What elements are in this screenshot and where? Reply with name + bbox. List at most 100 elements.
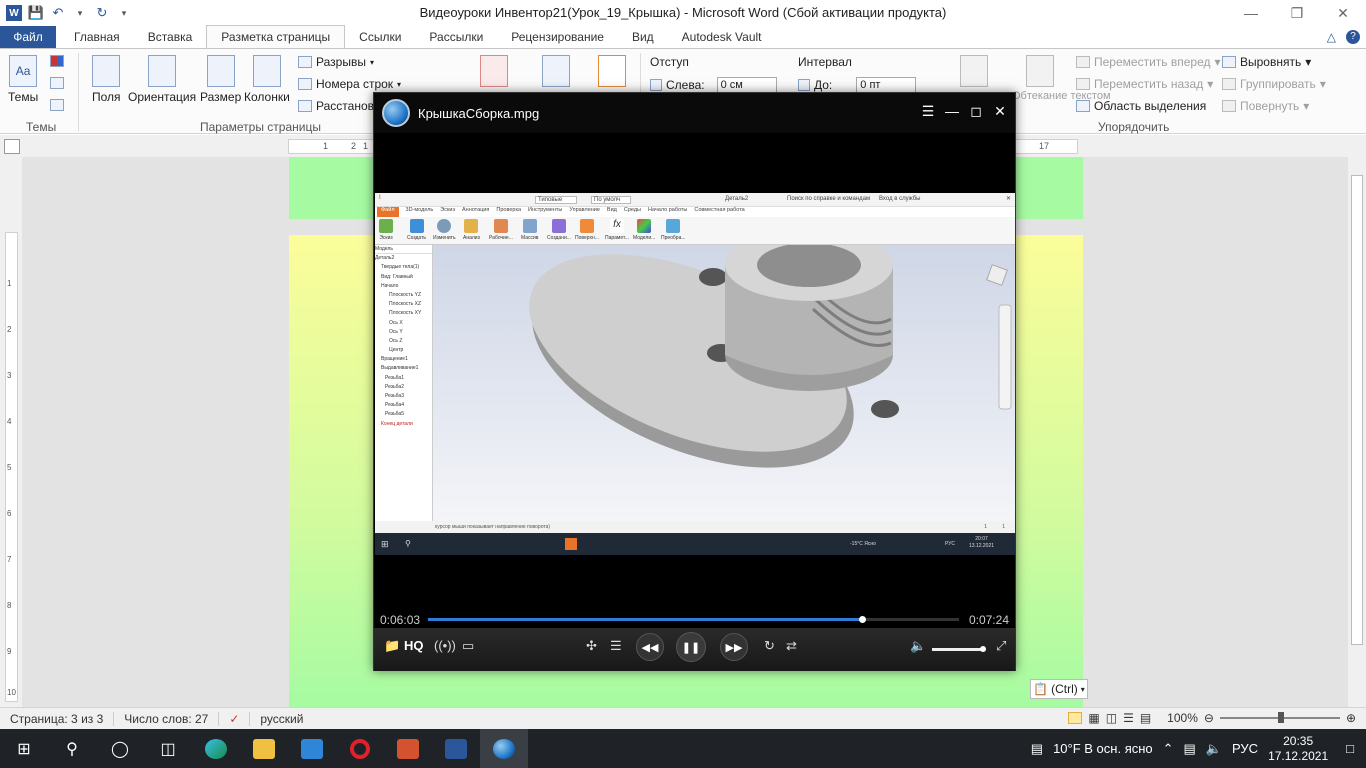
shuffle-icon[interactable]: ⇄ xyxy=(786,638,797,654)
volume-handle[interactable] xyxy=(980,646,987,652)
weather-text[interactable]: 10°F В осн. ясно xyxy=(1053,741,1153,756)
tab-review[interactable]: Рецензирование xyxy=(497,26,618,48)
indent-left-input[interactable]: 0 см xyxy=(716,77,777,93)
volume-icon[interactable]: 🔈 xyxy=(910,638,926,654)
spacing-before-input[interactable]: 0 пт xyxy=(856,77,917,93)
page-borders-button[interactable] xyxy=(598,55,626,90)
tab-insert[interactable]: Вставка xyxy=(134,26,207,48)
theme-colors-button[interactable] xyxy=(50,55,64,67)
media-player-window[interactable]: КрышкаСборка.mpg ☰ — ◻ ✕ I Типовые По ум… xyxy=(373,92,1016,671)
tab-page-layout[interactable]: Разметка страницы xyxy=(206,25,346,48)
undo-icon[interactable]: ↶ xyxy=(50,5,66,21)
rotate-button[interactable]: Повернуть ▾ xyxy=(1222,99,1309,113)
margins-button[interactable]: Поля xyxy=(92,55,121,104)
web-layout-view-icon[interactable]: ◫ xyxy=(1106,711,1117,725)
tab-mailings[interactable]: Рассылки xyxy=(415,26,497,48)
bring-forward-button[interactable]: Переместить вперед ▾ xyxy=(1076,55,1221,69)
word-icon[interactable]: W xyxy=(6,5,22,21)
clock[interactable]: 20:35 17.12.2021 xyxy=(1268,734,1328,764)
send-backward-button[interactable]: Переместить назад ▾ xyxy=(1076,77,1213,91)
orientation-button[interactable]: Ориентация xyxy=(128,55,196,104)
player-close-button[interactable]: ✕ xyxy=(993,103,1007,120)
zoom-level[interactable]: 100% xyxy=(1167,711,1198,725)
word-count[interactable]: Число слов: 27 xyxy=(114,711,220,726)
scrollbar-thumb[interactable] xyxy=(1351,175,1363,645)
maximize-button[interactable]: ❐ xyxy=(1274,0,1320,26)
speaker-icon[interactable]: 🔈 xyxy=(1206,741,1222,757)
cortana-icon[interactable]: ◯ xyxy=(96,729,144,768)
news-icon[interactable]: ▤ xyxy=(1031,741,1043,757)
theme-fonts-button[interactable] xyxy=(50,77,64,89)
page-count[interactable]: Страница: 3 из 3 xyxy=(0,711,115,726)
tab-view[interactable]: Вид xyxy=(618,26,668,48)
repeat-icon[interactable]: ↻ xyxy=(764,638,775,654)
seek-bar[interactable]: 0:06:03 0:07:24 xyxy=(374,610,1015,628)
proofing-icon[interactable]: ✓ xyxy=(219,711,251,726)
chevron-up-icon[interactable]: ⌃ xyxy=(1163,741,1174,757)
minimize-ribbon-icon[interactable]: △ xyxy=(1327,30,1336,44)
fullscreen-icon[interactable]: ⤢ xyxy=(996,638,1006,654)
paste-options-button[interactable]: 📋 (Ctrl) ▾ xyxy=(1030,679,1088,699)
search-icon[interactable]: ⚲ xyxy=(48,729,96,768)
edge-icon[interactable] xyxy=(192,729,240,768)
size-button[interactable]: Размер xyxy=(200,55,241,104)
watermark-button[interactable] xyxy=(480,55,508,90)
file-explorer-icon[interactable] xyxy=(240,729,288,768)
outline-view-icon[interactable]: ☰ xyxy=(1123,711,1134,725)
wrap-text-button[interactable] xyxy=(1026,55,1054,90)
columns-button[interactable]: Колонки xyxy=(244,55,290,104)
page-color-button[interactable] xyxy=(542,55,570,90)
previous-button[interactable]: ◀◀ xyxy=(636,633,664,661)
network-icon[interactable]: ▤ xyxy=(1184,741,1196,757)
minimize-button[interactable]: — xyxy=(1228,0,1274,26)
volume-slider[interactable] xyxy=(932,646,987,652)
vertical-scrollbar[interactable] xyxy=(1348,135,1366,707)
zoom-handle[interactable] xyxy=(1277,712,1284,723)
video-frame[interactable]: I Типовые По умолч Деталь2 Поиск по спра… xyxy=(375,193,1015,555)
opera-icon[interactable] xyxy=(336,729,384,768)
hq-button[interactable]: HQ xyxy=(404,638,424,653)
pause-button[interactable]: ❚❚ xyxy=(676,632,706,662)
reading-view-icon[interactable]: ▦ xyxy=(1088,711,1099,725)
customize-toolbar-icon[interactable]: ▾ xyxy=(116,5,132,21)
seek-handle[interactable] xyxy=(859,616,867,623)
theme-effects-button[interactable] xyxy=(50,99,64,111)
zoom-out-icon[interactable]: ⊖ xyxy=(1204,711,1214,725)
draft-view-icon[interactable]: ▤ xyxy=(1140,711,1151,725)
language[interactable]: русский xyxy=(250,712,313,726)
group-button[interactable]: Группировать ▾ xyxy=(1222,77,1326,91)
chevron-down-icon[interactable]: ▾ xyxy=(72,5,88,21)
broadcast-icon[interactable]: ((•)) xyxy=(434,638,456,653)
notifications-icon[interactable]: □ xyxy=(1346,741,1354,756)
player-maximize-button[interactable]: ◻ xyxy=(969,103,983,120)
zoom-slider[interactable] xyxy=(1219,712,1340,723)
hyphenation-button[interactable]: Расстановк xyxy=(298,99,379,113)
playlist-icon[interactable]: ☰ xyxy=(921,103,935,120)
input-language[interactable]: РУС xyxy=(1232,741,1258,756)
vr-icon[interactable]: ✣ xyxy=(586,638,597,654)
mail-icon[interactable] xyxy=(288,729,336,768)
player-minimize-button[interactable]: — xyxy=(945,103,959,120)
align-button[interactable]: Выровнять ▾ xyxy=(1222,55,1311,69)
task-view-icon[interactable]: ◫ xyxy=(144,729,192,768)
tab-file[interactable]: Файл xyxy=(0,26,56,48)
breaks-button[interactable]: Разрывы ▾ xyxy=(298,55,374,69)
next-button[interactable]: ▶▶ xyxy=(720,633,748,661)
equalizer-icon[interactable]: ☰ xyxy=(610,638,622,654)
powerpoint-icon[interactable] xyxy=(384,729,432,768)
tab-selector[interactable] xyxy=(4,139,20,154)
start-icon[interactable]: ⊞ xyxy=(0,729,48,768)
screen-icon[interactable]: ▭ xyxy=(462,638,474,654)
selection-pane-button[interactable]: Область выделения xyxy=(1076,99,1206,113)
tab-home[interactable]: Главная xyxy=(60,26,134,48)
tab-autodesk-vault[interactable]: Autodesk Vault xyxy=(668,26,776,48)
zoom-in-icon[interactable]: ⊕ xyxy=(1346,711,1356,725)
open-file-icon[interactable]: 📁 xyxy=(384,638,400,654)
close-button[interactable]: ✕ xyxy=(1320,0,1366,26)
tab-references[interactable]: Ссылки xyxy=(345,26,415,48)
media-player-taskbar-icon[interactable] xyxy=(480,729,528,768)
help-icon[interactable]: ? xyxy=(1346,30,1360,44)
redo-icon[interactable]: ↻ xyxy=(94,5,110,21)
word-taskbar-icon[interactable] xyxy=(432,729,480,768)
seek-track[interactable] xyxy=(428,616,959,623)
